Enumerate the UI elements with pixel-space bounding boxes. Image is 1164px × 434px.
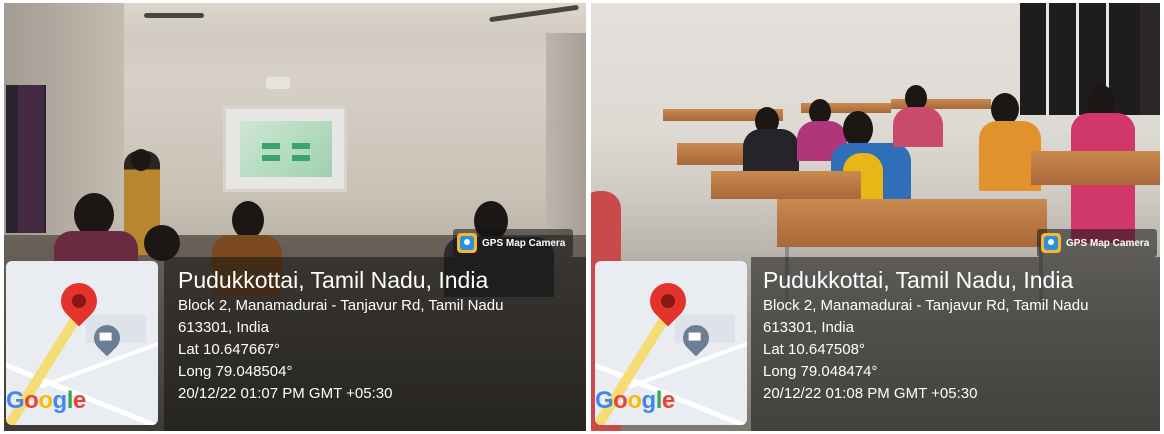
participant-body	[893, 107, 943, 147]
gps-badge-label: GPS Map Camera	[482, 237, 566, 249]
gps-badge-label: GPS Map Camera	[1066, 237, 1150, 249]
ceiling-fan	[144, 13, 204, 18]
audience-head	[232, 201, 264, 239]
gps-map-camera-badge: GPS Map Camera	[453, 229, 574, 257]
projector	[266, 77, 290, 89]
map-thumbnail: Google	[595, 261, 747, 425]
classroom-photo-projector: GPS Map Camera Google Pudukkottai, Tamil…	[4, 3, 586, 431]
timestamp: 20/12/22 01:07 PM GMT +05:30	[178, 385, 393, 402]
latitude: Lat 10.647508°	[763, 341, 865, 358]
projected-slide	[240, 121, 332, 177]
latitude: Lat 10.647667°	[178, 341, 280, 358]
map-thumbnail: Google	[6, 261, 158, 425]
classroom-photo-participants: GPS Map Camera Google Pudukkottai, Tamil…	[591, 3, 1160, 431]
google-logo: Google	[6, 387, 86, 414]
participant-head	[843, 111, 873, 147]
timestamp: 20/12/22 01:08 PM GMT +05:30	[763, 385, 978, 402]
curtain	[18, 85, 44, 233]
address-line-2: 613301, India	[178, 319, 269, 336]
desk	[711, 171, 861, 199]
location-details: Pudukkottai, Tamil Nadu, India Block 2, …	[178, 265, 503, 405]
presenter-head	[131, 149, 151, 171]
window	[1020, 3, 1140, 115]
longitude: Long 79.048504°	[178, 363, 293, 380]
desk	[777, 199, 1047, 247]
desk	[1031, 151, 1160, 185]
gps-map-camera-icon	[457, 233, 477, 253]
audience-head	[144, 225, 180, 261]
curtain	[1140, 3, 1160, 115]
longitude: Long 79.048474°	[763, 363, 878, 380]
address-line-2: 613301, India	[763, 319, 854, 336]
location-details: Pudukkottai, Tamil Nadu, India Block 2, …	[763, 265, 1088, 405]
location-title: Pudukkottai, Tamil Nadu, India	[763, 267, 1074, 293]
gps-map-camera-badge: GPS Map Camera	[1037, 229, 1158, 257]
gps-map-camera-icon	[1041, 233, 1061, 253]
address-line-1: Block 2, Manamadurai - Tanjavur Rd, Tami…	[763, 297, 1089, 314]
google-logo: Google	[595, 387, 675, 414]
participant-body	[743, 129, 799, 173]
address-line-1: Block 2, Manamadurai - Tanjavur Rd, Tami…	[178, 297, 504, 314]
location-title: Pudukkottai, Tamil Nadu, India	[178, 267, 489, 293]
